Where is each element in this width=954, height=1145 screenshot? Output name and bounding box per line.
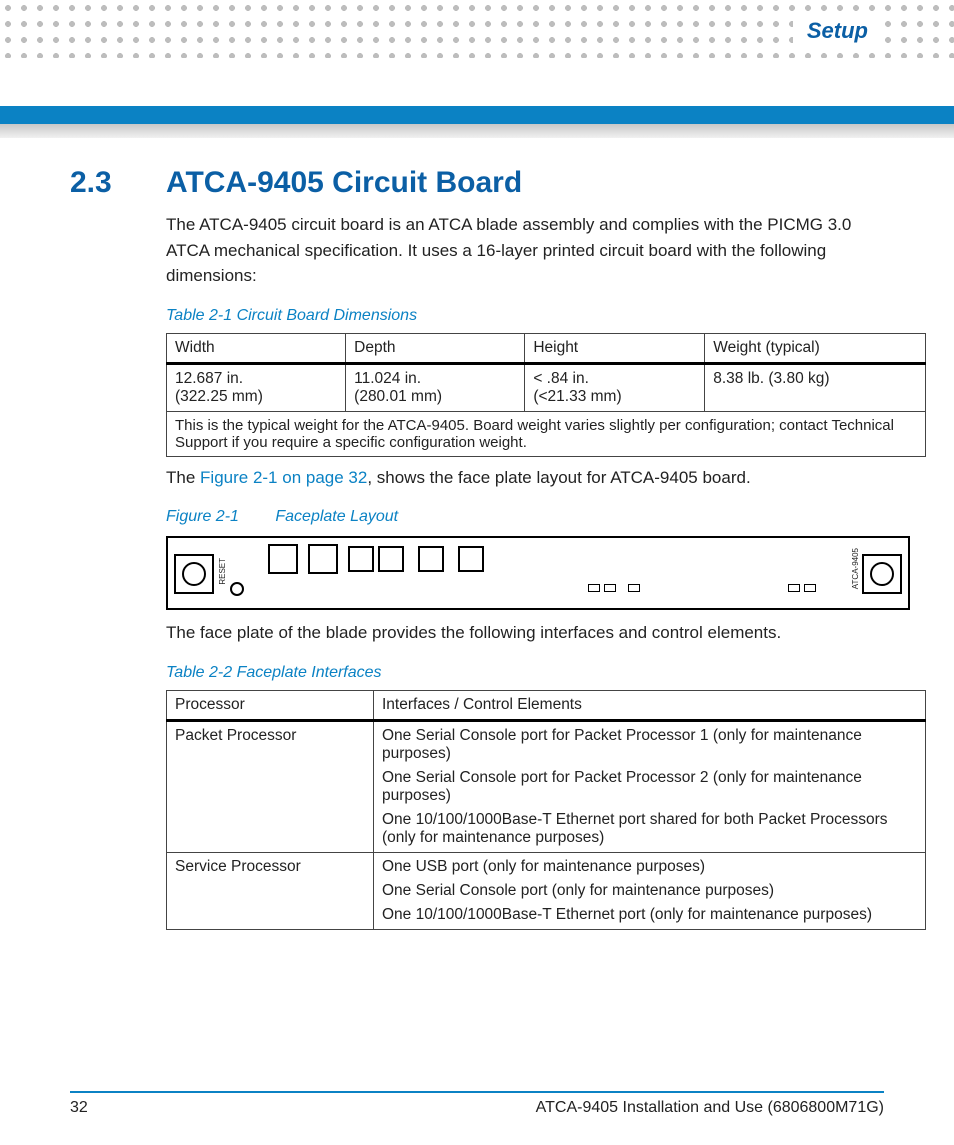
interfaces-cell: One USB port (only for maintenance purpo… [374, 852, 926, 929]
led-icon [588, 584, 600, 592]
section-number: 2.3 [70, 166, 118, 200]
port-icon [268, 544, 298, 574]
intro-paragraph: The ATCA-9405 circuit board is an ATCA b… [166, 212, 884, 289]
figure-xref-link[interactable]: Figure 2-1 on page 32 [200, 468, 367, 487]
horizontal-rule-blue [0, 106, 954, 124]
mid-paragraph: The face plate of the blade provides the… [166, 620, 884, 646]
header-dots: Setup [0, 0, 954, 58]
table-row: 12.687 in. (322.25 mm) 11.024 in. (280.0… [167, 363, 926, 411]
interfaces-cell: One Serial Console port for Packet Proce… [374, 720, 926, 852]
port-icon [378, 546, 404, 572]
figure-caption-title: Faceplate Layout [275, 508, 398, 525]
figure-lead-post: , shows the face plate layout for ATCA-9… [367, 468, 750, 487]
figure-lead: The Figure 2-1 on page 32, shows the fac… [166, 465, 884, 491]
port-icon [308, 544, 338, 574]
depth-in: 11.024 in. [354, 370, 516, 388]
col-width: Width [167, 333, 346, 363]
chapter-label: Setup [793, 14, 882, 48]
figure-caption-label: Figure 2-1 [166, 508, 239, 525]
table-note: This is the typical weight for the ATCA-… [167, 411, 926, 456]
board-label: ATCA-9405 [851, 548, 860, 589]
col-weight: Weight (typical) [705, 333, 926, 363]
interface-item: One 10/100/1000Base-T Ethernet port shar… [382, 811, 917, 847]
proc-cell: Service Processor [167, 852, 374, 929]
interface-item: One 10/100/1000Base-T Ethernet port (onl… [382, 906, 917, 924]
height-mm: (<21.33 mm) [533, 388, 696, 406]
col-processor: Processor [167, 690, 374, 720]
depth-mm: (280.01 mm) [354, 388, 516, 406]
section-title: ATCA-9405 Circuit Board [166, 166, 522, 200]
led-icon [804, 584, 816, 592]
table-row: Service Processor One USB port (only for… [167, 852, 926, 929]
interface-item: One Serial Console port for Packet Proce… [382, 727, 917, 763]
interface-item: One Serial Console port for Packet Proce… [382, 769, 917, 805]
port-icon [418, 546, 444, 572]
col-interfaces: Interfaces / Control Elements [374, 690, 926, 720]
led-icon [604, 584, 616, 592]
ejector-handle-left-icon [174, 554, 214, 594]
led-icon [788, 584, 800, 592]
figure-caption: Figure 2-1 Faceplate Layout [166, 508, 884, 526]
port-icon [348, 546, 374, 572]
figure-lead-pre: The [166, 468, 200, 487]
reset-label: RESET [218, 558, 227, 585]
proc-cell: Packet Processor [167, 720, 374, 852]
page-footer: 32 ATCA-9405 Installation and Use (68068… [70, 1091, 884, 1117]
table-1-caption: Table 2-1 Circuit Board Dimensions [166, 307, 884, 325]
interface-item: One Serial Console port (only for mainte… [382, 882, 917, 900]
col-height: Height [525, 333, 705, 363]
dimensions-table: Width Depth Height Weight (typical) 12.6… [166, 333, 926, 457]
table-2-caption: Table 2-2 Faceplate Interfaces [166, 664, 884, 682]
led-icon [628, 584, 640, 592]
horizontal-rule-grey [0, 124, 954, 138]
interfaces-table: Processor Interfaces / Control Elements … [166, 690, 926, 930]
table-note-row: This is the typical weight for the ATCA-… [167, 411, 926, 456]
ejector-handle-right-icon [862, 554, 902, 594]
section-heading: 2.3 ATCA-9405 Circuit Board [70, 166, 884, 200]
weight-cell: 8.38 lb. (3.80 kg) [705, 363, 926, 411]
height-in: < .84 in. [533, 370, 696, 388]
faceplate-diagram: RESET ATCA-9405 [166, 536, 910, 610]
page-number: 32 [70, 1099, 88, 1117]
interface-item: One USB port (only for maintenance purpo… [382, 858, 917, 876]
port-icon [458, 546, 484, 572]
width-in: 12.687 in. [175, 370, 337, 388]
col-depth: Depth [346, 333, 525, 363]
doc-title: ATCA-9405 Installation and Use (6806800M… [536, 1099, 884, 1117]
reset-button-icon [230, 582, 244, 596]
table-row: Packet Processor One Serial Console port… [167, 720, 926, 852]
width-mm: (322.25 mm) [175, 388, 337, 406]
